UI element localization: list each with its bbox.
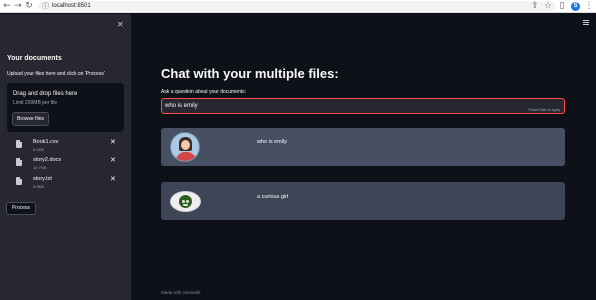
- input-hint: Press Enter to apply: [528, 108, 560, 112]
- profile-avatar[interactable]: S: [571, 2, 580, 11]
- url-text[interactable]: localhost:8501: [52, 1, 91, 11]
- footer-text: Made with Streamlit: [161, 290, 201, 295]
- user-avatar: [170, 132, 200, 162]
- message-text: a curious girl: [257, 194, 289, 200]
- bookmark-icon[interactable]: ☆: [543, 1, 553, 11]
- bot-avatar: [170, 191, 201, 212]
- bot-message: a curious girl: [161, 182, 565, 220]
- file-name: story.txt: [33, 176, 52, 182]
- file-size: 6.1KB: [33, 147, 44, 152]
- forward-icon[interactable]: →: [13, 1, 23, 11]
- process-button[interactable]: Process: [6, 202, 36, 215]
- robot-icon: [179, 195, 192, 208]
- sidebar-title: Your documents: [7, 55, 62, 62]
- message-text: who is emily: [257, 139, 287, 145]
- user-message: who is emily: [161, 128, 565, 166]
- file-icon: [16, 140, 22, 148]
- main-menu-icon[interactable]: [583, 20, 589, 25]
- info-icon[interactable]: ⓘ: [42, 1, 49, 11]
- share-icon[interactable]: ⇪: [530, 1, 540, 11]
- page-title: Chat with your multiple files:: [161, 66, 339, 81]
- dropzone-title: Drag and drop files here: [13, 91, 78, 97]
- back-icon[interactable]: ←: [2, 1, 12, 11]
- more-menu-icon[interactable]: ⋮: [584, 1, 594, 11]
- dropzone-limit: Limit 200MB per file: [13, 100, 58, 106]
- uploaded-file-item: Book1.csv 6.1KB ✕: [16, 139, 122, 154]
- question-input-value[interactable]: who is emily: [165, 101, 198, 111]
- question-label: Ask a question about your documents:: [161, 89, 247, 95]
- robot-mouth: [183, 204, 188, 206]
- file-dropzone[interactable]: Drag and drop files here Limit 200MB per…: [7, 83, 124, 132]
- avatar-body: [176, 152, 196, 161]
- uploaded-file-item: story2.docx 10.7KB ✕: [16, 157, 122, 172]
- remove-file-icon[interactable]: ✕: [110, 139, 116, 146]
- browser-toolbar: ← → ↻ ⓘ localhost:8501 ⇪ ☆ ▯ S ⋮: [0, 0, 596, 13]
- sidebar-instructions: Upload your files here and click on 'Pro…: [7, 71, 105, 77]
- robot-eye: [186, 200, 189, 203]
- file-icon: [16, 177, 22, 185]
- remove-file-icon[interactable]: ✕: [110, 176, 116, 183]
- file-name: story2.docx: [33, 157, 62, 163]
- uploaded-file-item: story.txt 0.9KB ✕: [16, 176, 122, 191]
- remove-file-icon[interactable]: ✕: [110, 157, 116, 164]
- file-size: 0.9KB: [33, 184, 44, 189]
- file-icon: [16, 158, 22, 166]
- sidebar-toggle-icon[interactable]: ▯: [557, 1, 567, 11]
- avatar-face: [181, 140, 190, 150]
- file-size: 10.7KB: [33, 165, 47, 170]
- robot-eye: [182, 200, 185, 203]
- close-sidebar-icon[interactable]: ✕: [117, 20, 124, 29]
- question-input[interactable]: who is emily Press Enter to apply: [161, 98, 565, 114]
- browse-files-button[interactable]: Browse files: [12, 112, 49, 126]
- address-bar[interactable]: [38, 1, 556, 11]
- file-name: Book1.csv: [33, 139, 59, 145]
- reload-icon[interactable]: ↻: [24, 1, 34, 11]
